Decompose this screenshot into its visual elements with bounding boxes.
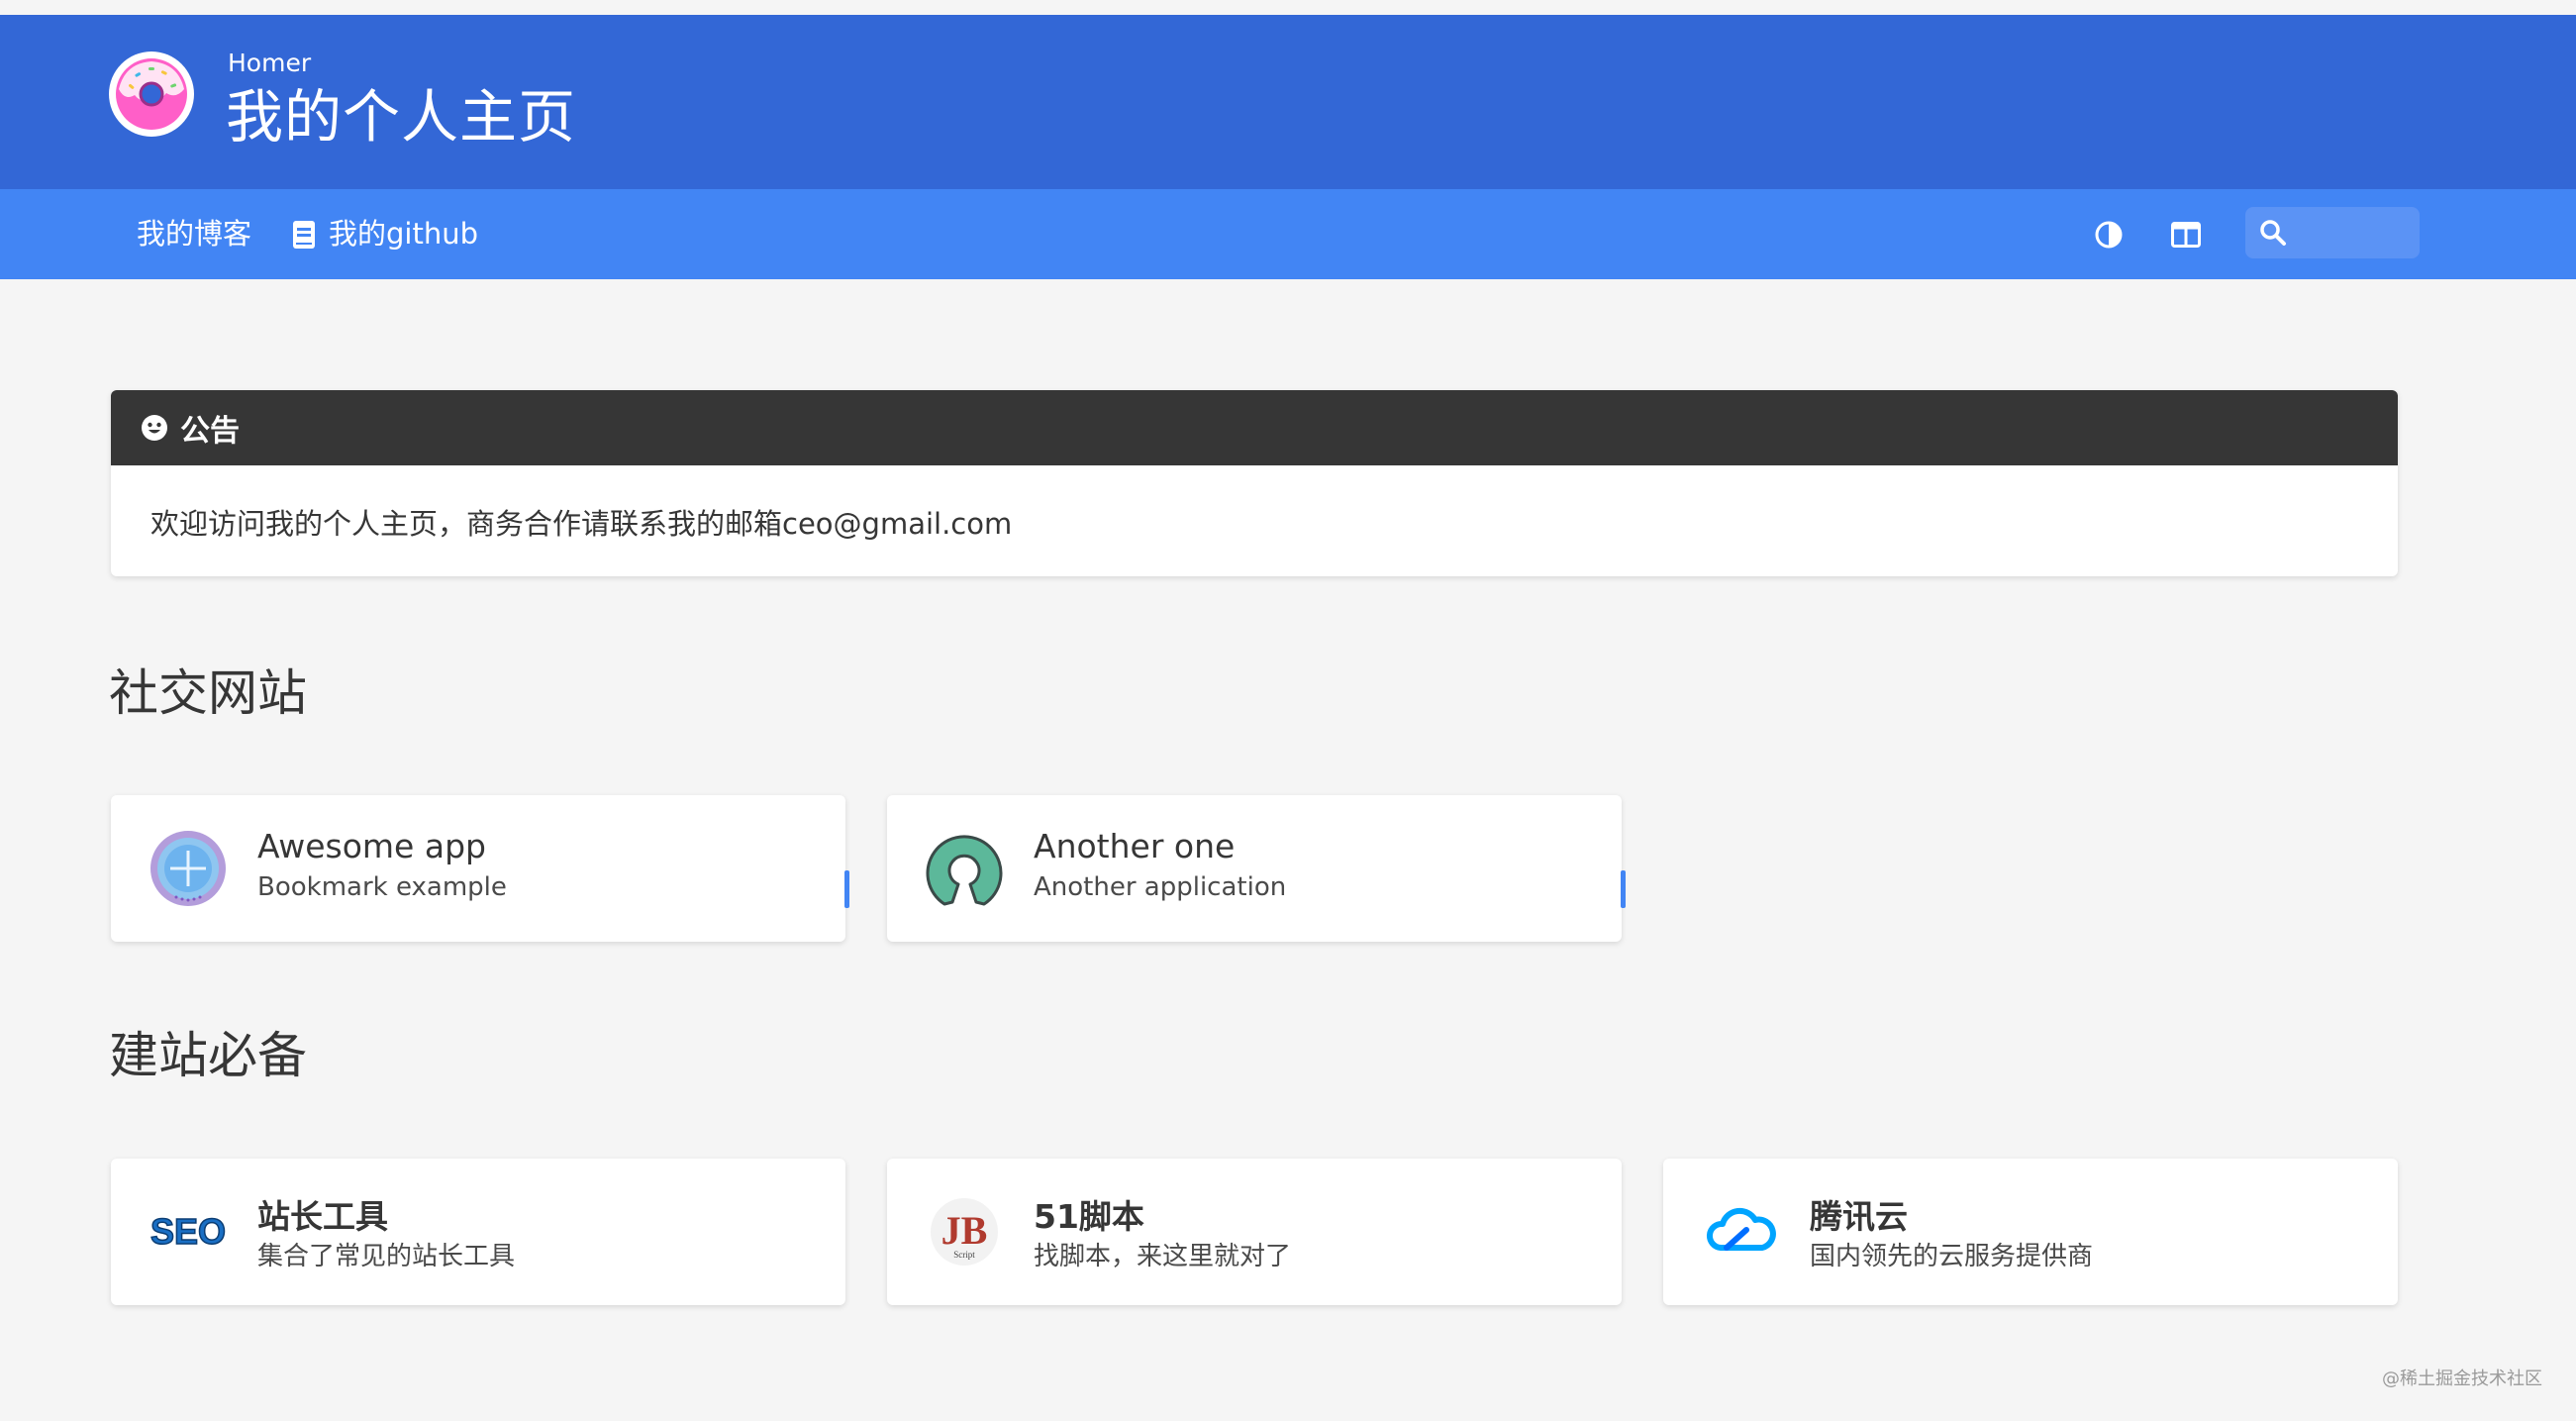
card-subtitle: 国内领先的云服务提供商 bbox=[1810, 1242, 2094, 1271]
plus-circle-icon bbox=[150, 831, 226, 906]
card-subtitle: Bookmark example bbox=[257, 872, 507, 902]
jb-script-logo: JB Script bbox=[931, 1198, 998, 1266]
dark-mode-toggle[interactable] bbox=[2087, 213, 2130, 256]
tencent-cloud-logo bbox=[1707, 1207, 1776, 1251]
columns-icon bbox=[2171, 222, 2201, 248]
svg-text:Script: Script bbox=[953, 1250, 975, 1260]
svg-text:SEO: SEO bbox=[150, 1211, 226, 1252]
service-card-another-one[interactable]: Another one Another application bbox=[887, 795, 1626, 942]
nav-link-github[interactable]: 我的github bbox=[293, 189, 478, 279]
layout-toggle[interactable] bbox=[2164, 213, 2208, 256]
smile-icon bbox=[142, 415, 167, 441]
notice-content: 欢迎访问我的个人主页，商务合作请联系我的邮箱ceo@gmail.com bbox=[150, 507, 1013, 541]
book-icon bbox=[293, 220, 315, 249]
notice-card: 公告 欢迎访问我的个人主页，商务合作请联系我的邮箱ceo@gmail.com bbox=[111, 390, 2398, 576]
group-title-build: 建站必备 bbox=[109, 1027, 307, 1084]
svg-text:JB: JB bbox=[941, 1208, 988, 1253]
card-subtitle: Another application bbox=[1034, 872, 1287, 902]
donut-logo-icon bbox=[109, 51, 194, 137]
service-card-zhanzhang[interactable]: SEO 站长工具 集合了常见的站长工具 bbox=[111, 1159, 845, 1305]
watermark: @稀土掘金技术社区 bbox=[2382, 1369, 2542, 1389]
open-source-icon bbox=[926, 835, 1003, 906]
service-card-tencent-cloud[interactable]: 腾讯云 国内领先的云服务提供商 bbox=[1663, 1159, 2398, 1305]
group-title-social: 社交网站 bbox=[109, 664, 307, 722]
card-tag-indicator bbox=[844, 870, 849, 908]
search-box[interactable] bbox=[2245, 207, 2420, 258]
notice-header: 公告 bbox=[111, 390, 2398, 465]
card-subtitle: 找脚本，来这里就对了 bbox=[1034, 1242, 1292, 1271]
service-card-51jiaoben[interactable]: JB Script 51脚本 找脚本，来这里就对了 bbox=[887, 1159, 1622, 1305]
search-input[interactable] bbox=[2301, 215, 2414, 253]
seo-logo: SEO bbox=[149, 1210, 227, 1253]
card-tag-indicator bbox=[1621, 870, 1626, 908]
card-title: 腾讯云 bbox=[1810, 1197, 1908, 1236]
card-title: 51脚本 bbox=[1034, 1197, 1144, 1236]
half-circle-icon bbox=[2095, 221, 2123, 249]
card-subtitle: 集合了常见的站长工具 bbox=[257, 1242, 516, 1271]
navbar: 我的博客 我的github bbox=[0, 189, 2576, 279]
page-header: Homer 我的个人主页 bbox=[0, 15, 2576, 189]
nav-link-label: 我的github bbox=[329, 217, 479, 251]
card-title: Awesome app bbox=[257, 827, 486, 865]
search-icon bbox=[2260, 220, 2286, 246]
page-title: 我的个人主页 bbox=[226, 83, 577, 151]
top-strip bbox=[0, 0, 2576, 15]
nav-link-blog[interactable]: 我的博客 bbox=[137, 189, 251, 279]
notice-title: 公告 bbox=[180, 414, 240, 449]
nav-link-label: 我的博客 bbox=[137, 217, 252, 251]
card-title: 站长工具 bbox=[257, 1197, 388, 1236]
card-title: Another one bbox=[1034, 827, 1236, 865]
service-card-awesome-app[interactable]: Awesome app Bookmark example bbox=[111, 795, 849, 942]
